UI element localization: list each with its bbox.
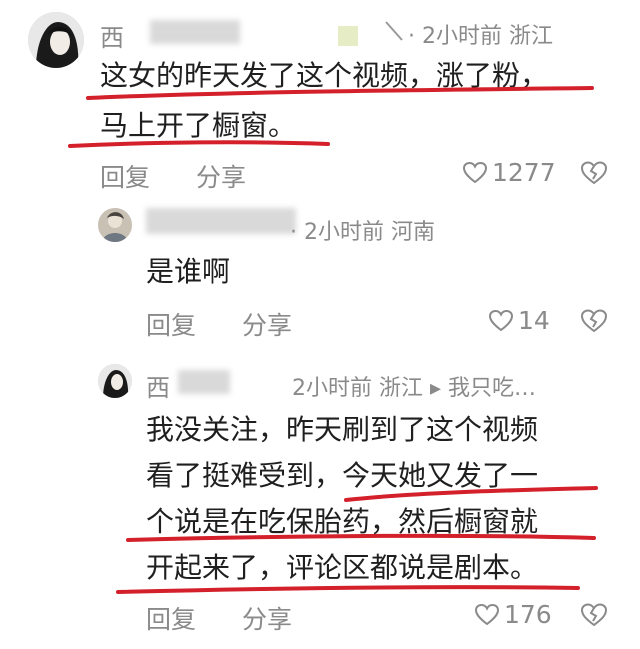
dislike-button[interactable] — [580, 160, 608, 186]
badge-icon — [338, 26, 358, 46]
dislike-button[interactable] — [580, 602, 608, 628]
username-redacted — [178, 370, 230, 394]
reply-button[interactable]: 回复 — [100, 158, 150, 194]
avatar[interactable] — [28, 12, 84, 68]
time-location[interactable]: 2小时前 浙江 ▸ 我只吃… — [292, 376, 536, 401]
dislike-button[interactable] — [580, 308, 608, 334]
slash-mark — [384, 18, 404, 42]
like-button[interactable]: 176 — [474, 600, 552, 629]
username[interactable]: 西 — [146, 368, 170, 403]
comment-text-line: 这女的昨天发了这个视频，涨了粉， — [100, 59, 549, 92]
avatar[interactable] — [98, 364, 132, 398]
comment-text-line: 个说是在吃保胎药，然后橱窗就 — [146, 505, 539, 538]
username-redacted — [146, 208, 296, 234]
comment-meta: · 2小时前 浙江 — [408, 24, 553, 49]
comment-meta: · 2小时前 河南 — [290, 220, 435, 245]
heart-outline-icon — [474, 603, 500, 625]
comment-meta: 2小时前 浙江 ▸ 我只吃… — [292, 370, 536, 402]
like-count: 176 — [504, 600, 552, 629]
underline-stroke — [68, 140, 330, 148]
avatar-image — [98, 208, 132, 242]
reply-button[interactable]: 回复 — [146, 306, 196, 342]
broken-heart-icon — [580, 161, 608, 185]
comment-text-line: 看了挺难受到，今天她又发了一 — [146, 459, 539, 492]
share-button[interactable]: 分享 — [242, 600, 292, 636]
reply-button[interactable]: 回复 — [146, 600, 196, 636]
comment-text-line: 是谁啊 — [146, 255, 231, 288]
time-location: 2小时前 浙江 — [422, 24, 553, 49]
time-location: 2小时前 河南 — [304, 220, 435, 245]
heart-outline-icon — [462, 161, 488, 183]
like-button[interactable]: 1277 — [462, 158, 556, 187]
comment-text-line: 我没关注，昨天刷到了这个视频 — [146, 413, 539, 446]
like-count: 1277 — [492, 158, 556, 187]
avatar-image — [28, 12, 84, 68]
share-button[interactable]: 分享 — [242, 306, 292, 342]
avatar-image — [98, 364, 132, 398]
comment-text-line: 开起来了，评论区都说是剧本。 — [146, 551, 539, 584]
share-button[interactable]: 分享 — [196, 158, 246, 194]
comment-text-line: 马上开了橱窗。 — [100, 109, 297, 142]
like-count: 14 — [518, 306, 550, 335]
underline-stroke — [116, 585, 580, 594]
heart-outline-icon — [488, 309, 514, 331]
avatar[interactable] — [98, 208, 132, 242]
broken-heart-icon — [580, 309, 608, 333]
username[interactable]: 西 — [100, 18, 124, 53]
username-redacted — [150, 20, 240, 44]
like-button[interactable]: 14 — [488, 306, 550, 335]
broken-heart-icon — [580, 603, 608, 627]
